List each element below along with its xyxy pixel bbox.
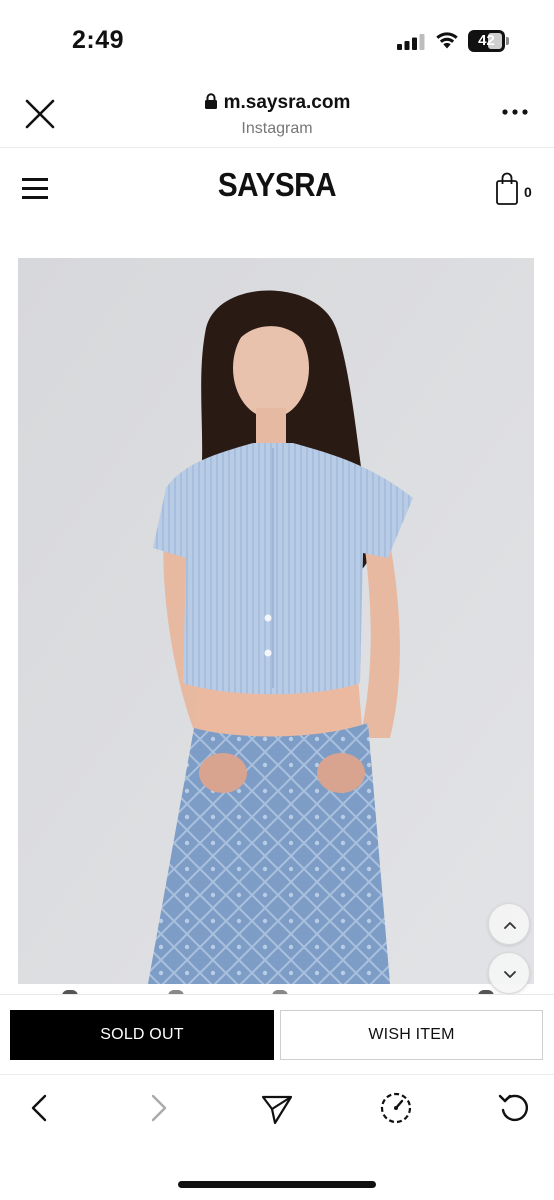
home-indicator[interactable] [178,1181,376,1188]
status-time: 2:49 [72,26,125,54]
cart-button[interactable]: 0 [495,172,539,206]
speed-icon [380,1092,412,1124]
in-app-browser-header: m.saysra.com Instagram [0,80,554,148]
send-icon [261,1095,293,1125]
reload-icon [498,1094,528,1122]
forward-icon [151,1094,167,1122]
wish-item-button[interactable]: WISH ITEM [280,1010,543,1060]
back-icon [31,1094,47,1122]
scroll-down-button[interactable] [488,952,530,994]
speed-button[interactable] [378,1090,414,1126]
site-logo[interactable]: SAYSRA [28,166,527,204]
cellular-signal-icon [397,34,425,50]
product-photo[interactable] [18,258,534,984]
forward-button[interactable] [140,1090,176,1126]
wifi-icon [436,32,458,49]
battery-level: 42 [478,32,495,49]
battery-icon: 42 [468,30,510,52]
model-illustration [18,258,534,984]
lock-icon [204,93,217,109]
cart-count: 0 [524,184,532,200]
share-button[interactable] [259,1090,295,1126]
sold-out-button[interactable]: SOLD OUT [10,1010,274,1060]
site-header: SAYSRA 0 [0,148,554,232]
url-text: m.saysra.com [223,92,351,113]
url-display[interactable]: m.saysra.com Instagram [0,92,554,138]
status-bar: 2:49 42 [0,0,554,80]
reload-button[interactable] [496,1090,532,1126]
back-button[interactable] [22,1090,58,1126]
more-icon[interactable] [500,106,530,118]
shopping-bag-icon [496,172,518,205]
chevron-down-icon [504,971,516,978]
chevron-up-icon [504,922,516,929]
scroll-up-button[interactable] [488,903,530,945]
source-app-label: Instagram [241,120,313,137]
